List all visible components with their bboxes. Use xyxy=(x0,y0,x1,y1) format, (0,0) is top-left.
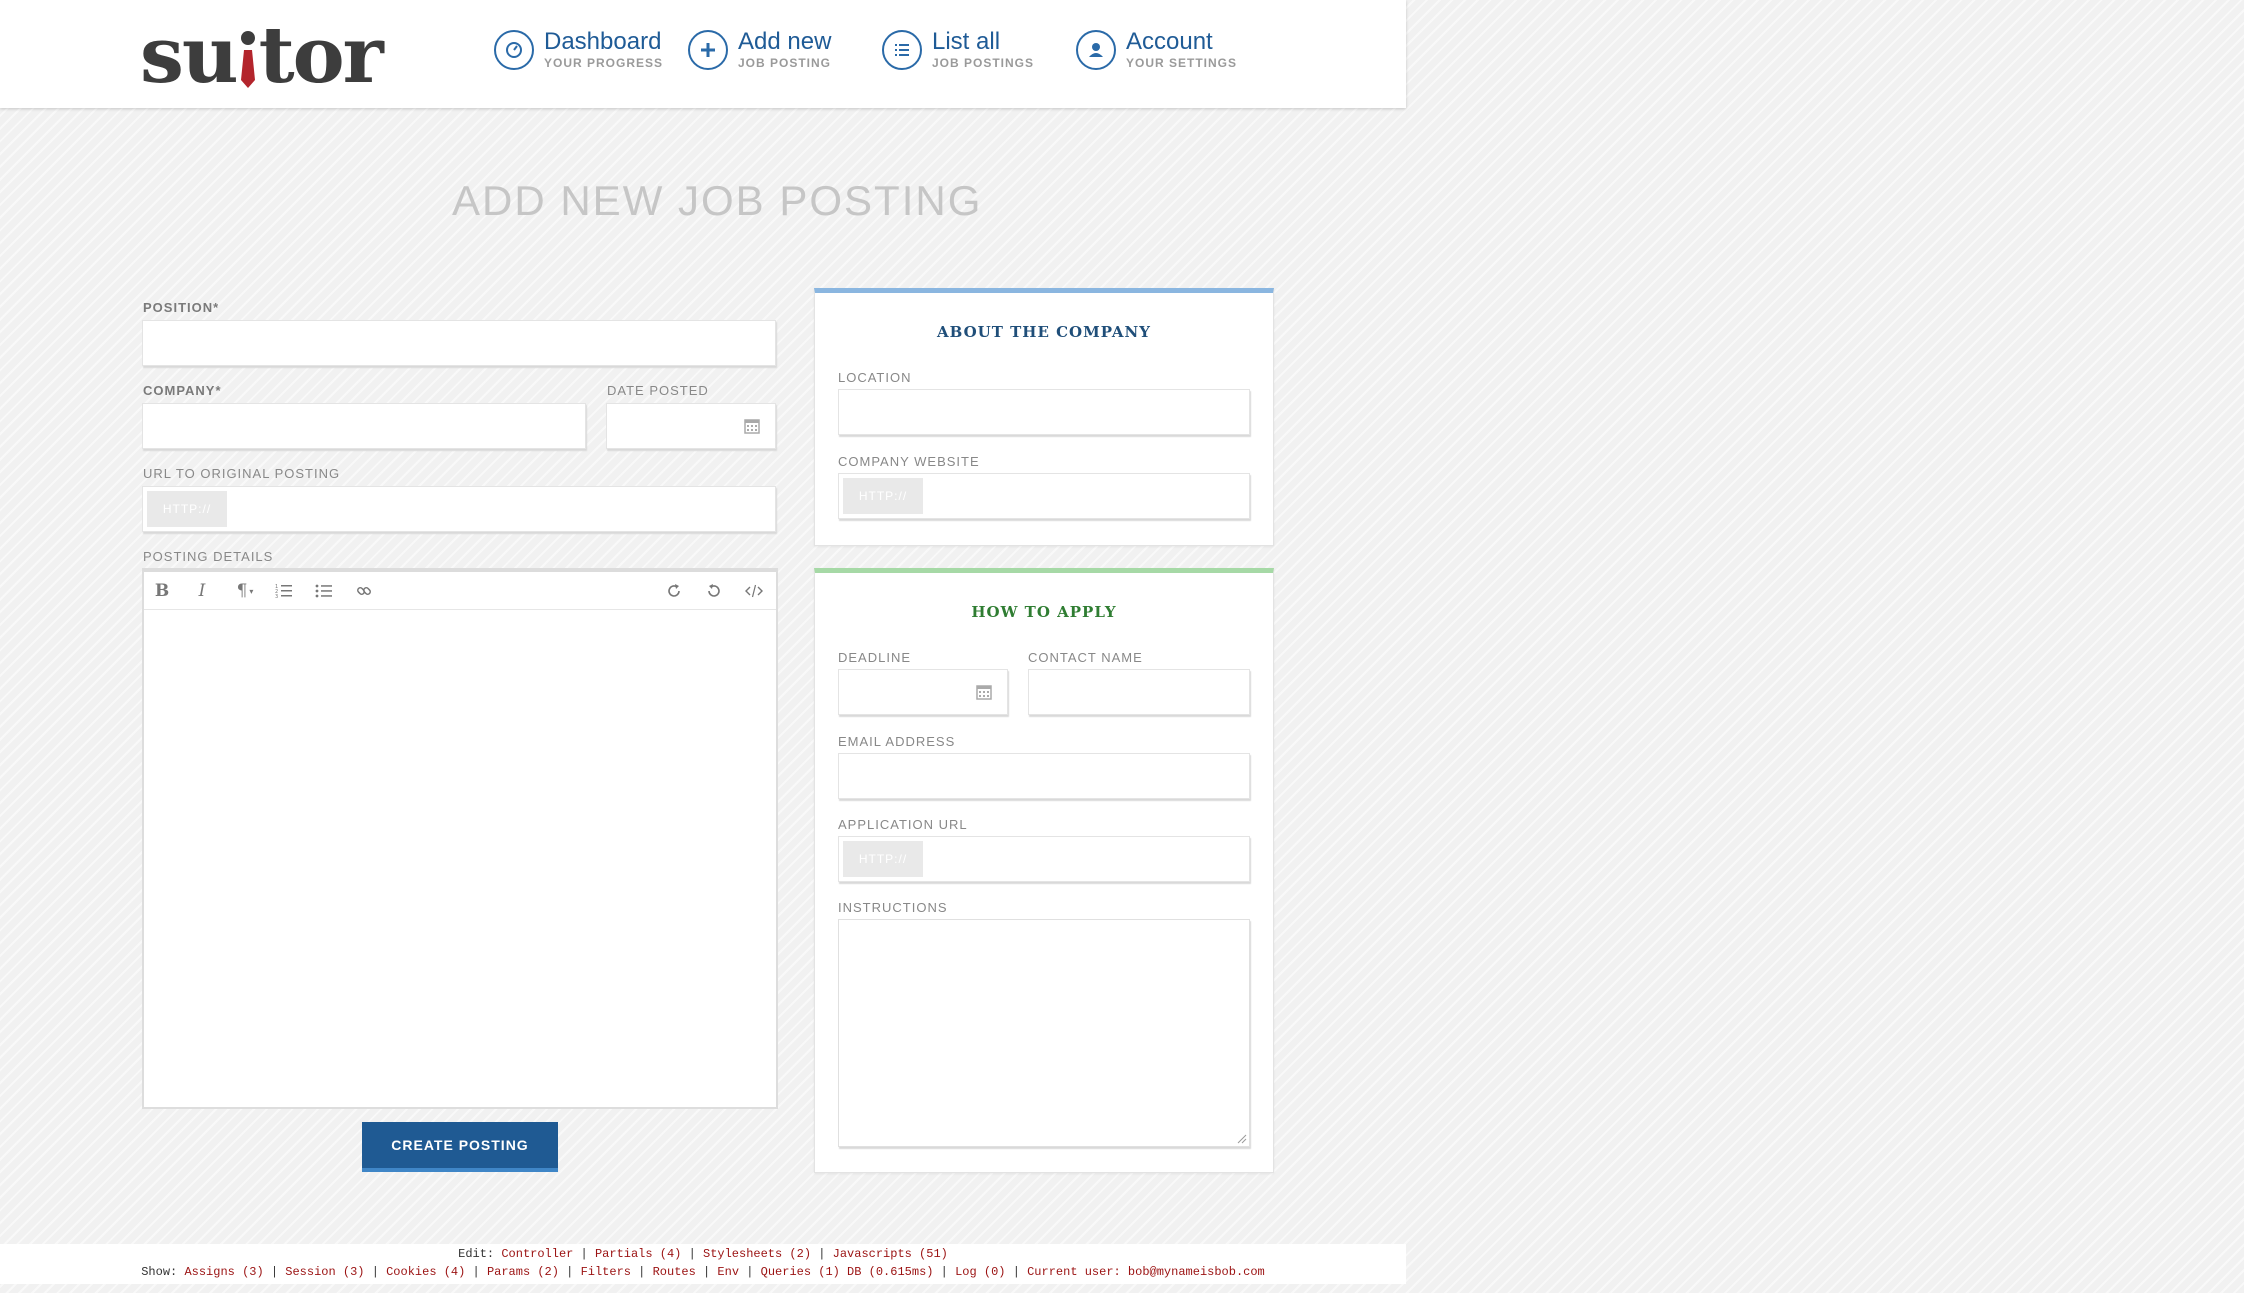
how-to-apply-title: HOW TO APPLY xyxy=(971,603,1117,621)
debug-footer: Edit: Controller | Partials (4) | Styles… xyxy=(0,1244,1406,1284)
code-icon[interactable] xyxy=(740,578,768,604)
nav-dashboard-subtitle: YOUR PROGRESS xyxy=(544,56,664,70)
application-url-input[interactable]: HTTP:// xyxy=(838,836,1250,882)
debug-show-line: Show: Assigns (3) | Session (3) | Cookie… xyxy=(141,1265,1265,1279)
nav-add-new[interactable]: Add new JOB POSTING xyxy=(688,28,868,78)
debug-params-link[interactable]: Params (2) xyxy=(487,1265,559,1279)
location-label: LOCATION xyxy=(838,370,912,385)
url-label: URL TO ORIGINAL POSTING xyxy=(143,466,341,481)
company-website-label: COMPANY WEBSITE xyxy=(838,454,980,469)
debug-current-user-link[interactable]: Current user: bob@mynameisbob.com xyxy=(1027,1265,1265,1279)
instructions-textarea[interactable] xyxy=(838,919,1250,1147)
position-input[interactable] xyxy=(142,320,776,366)
company-website-prefix: HTTP:// xyxy=(843,478,923,514)
create-posting-button[interactable]: CREATE POSTING xyxy=(362,1122,558,1172)
plus-icon xyxy=(688,30,728,70)
instructions-label: INSTRUCTIONS xyxy=(838,900,948,915)
nav-list-all[interactable]: List all JOB POSTINGS xyxy=(882,28,1062,78)
email-address-input[interactable] xyxy=(838,753,1250,799)
debug-edit-stylesheets-link[interactable]: Stylesheets (2) xyxy=(703,1247,811,1261)
how-to-apply-panel: HOW TO APPLY DEADLINE CONTACT NAME EMAIL… xyxy=(814,568,1274,1173)
calendar-icon xyxy=(744,419,760,434)
tie-icon xyxy=(240,31,255,88)
debug-cookies-link[interactable]: Cookies (4) xyxy=(386,1265,465,1279)
ordered-list-icon[interactable]: 123 xyxy=(270,578,298,604)
company-input[interactable] xyxy=(142,403,586,449)
debug-edit-javascripts-link[interactable]: Javascripts (51) xyxy=(833,1247,948,1261)
nav-account-title: Account xyxy=(1126,28,1213,55)
posting-details-editor[interactable] xyxy=(144,610,776,1107)
email-address-label: EMAIL ADDRESS xyxy=(838,734,956,749)
contact-name-input[interactable] xyxy=(1028,669,1250,715)
dashboard-icon xyxy=(494,30,534,70)
nav-dashboard-title: Dashboard xyxy=(544,28,662,55)
about-company-panel: ABOUT THE COMPANY LOCATION COMPANY WEBSI… xyxy=(814,288,1274,546)
nav-add-new-title: Add new xyxy=(738,28,832,55)
debug-queries-link[interactable]: Queries (1) DB (0.615ms) xyxy=(761,1265,934,1279)
nav-list-all-subtitle: JOB POSTINGS xyxy=(932,56,1035,70)
debug-filters-link[interactable]: Filters xyxy=(581,1265,631,1279)
contact-name-label: CONTACT NAME xyxy=(1028,650,1143,665)
debug-edit-line: Edit: Controller | Partials (4) | Styles… xyxy=(458,1247,948,1261)
company-website-input[interactable]: HTTP:// xyxy=(838,473,1250,519)
undo-icon[interactable] xyxy=(700,578,728,604)
application-url-prefix: HTTP:// xyxy=(843,841,923,877)
suitor-logo[interactable]: su tor xyxy=(140,10,384,102)
link-icon[interactable] xyxy=(350,578,378,604)
date-posted-label: DATE POSTED xyxy=(607,383,709,398)
application-url-label: APPLICATION URL xyxy=(838,817,968,832)
url-input[interactable]: HTTP:// xyxy=(142,486,776,532)
unordered-list-icon[interactable] xyxy=(310,578,338,604)
nav-list-all-title: List all xyxy=(932,28,1001,55)
user-icon xyxy=(1076,30,1116,70)
deadline-input[interactable] xyxy=(838,669,1008,715)
posting-details-label: POSTING DETAILS xyxy=(143,549,274,564)
debug-log-link[interactable]: Log (0) xyxy=(955,1265,1005,1279)
debug-edit-controller-link[interactable]: Controller xyxy=(501,1247,573,1261)
debug-assigns-link[interactable]: Assigns (3) xyxy=(184,1265,263,1279)
about-company-title: ABOUT THE COMPANY xyxy=(937,323,1151,341)
debug-env-link[interactable]: Env xyxy=(717,1265,739,1279)
debug-routes-link[interactable]: Routes xyxy=(653,1265,696,1279)
location-input[interactable] xyxy=(838,389,1250,435)
company-label: COMPANY* xyxy=(143,383,222,398)
debug-edit-prefix: Edit: xyxy=(458,1247,495,1261)
position-label: POSITION* xyxy=(143,300,220,315)
svg-text:3: 3 xyxy=(275,594,278,599)
nav-account-subtitle: YOUR SETTINGS xyxy=(1126,56,1238,70)
date-posted-input[interactable] xyxy=(606,403,776,449)
nav-dashboard[interactable]: Dashboard YOUR PROGRESS xyxy=(494,28,674,78)
calendar-icon xyxy=(976,685,992,700)
top-header: su tor Dashboard YOUR PROGRESS Add new JO… xyxy=(0,0,1406,108)
resize-handle-icon[interactable] xyxy=(1235,1132,1247,1144)
debug-edit-partials-link[interactable]: Partials (4) xyxy=(595,1247,681,1261)
editor-toolbar: B I ¶ ▾ 123 xyxy=(144,572,776,610)
redo-icon[interactable] xyxy=(660,578,688,604)
rich-text-editor: B I ¶ ▾ 123 xyxy=(142,568,778,1109)
debug-session-link[interactable]: Session (3) xyxy=(285,1265,364,1279)
deadline-label: DEADLINE xyxy=(838,650,912,665)
url-prefix: HTTP:// xyxy=(147,491,227,527)
nav-account[interactable]: Account YOUR SETTINGS xyxy=(1076,28,1256,78)
bold-icon[interactable]: B xyxy=(148,578,176,604)
paragraph-icon[interactable]: ¶ ▾ xyxy=(228,578,262,604)
debug-show-prefix: Show: xyxy=(141,1265,178,1279)
nav-add-new-subtitle: JOB POSTING xyxy=(738,56,832,70)
page-title: ADD NEW JOB POSTING xyxy=(452,177,983,224)
list-icon xyxy=(882,30,922,70)
italic-icon[interactable]: I xyxy=(188,578,216,604)
